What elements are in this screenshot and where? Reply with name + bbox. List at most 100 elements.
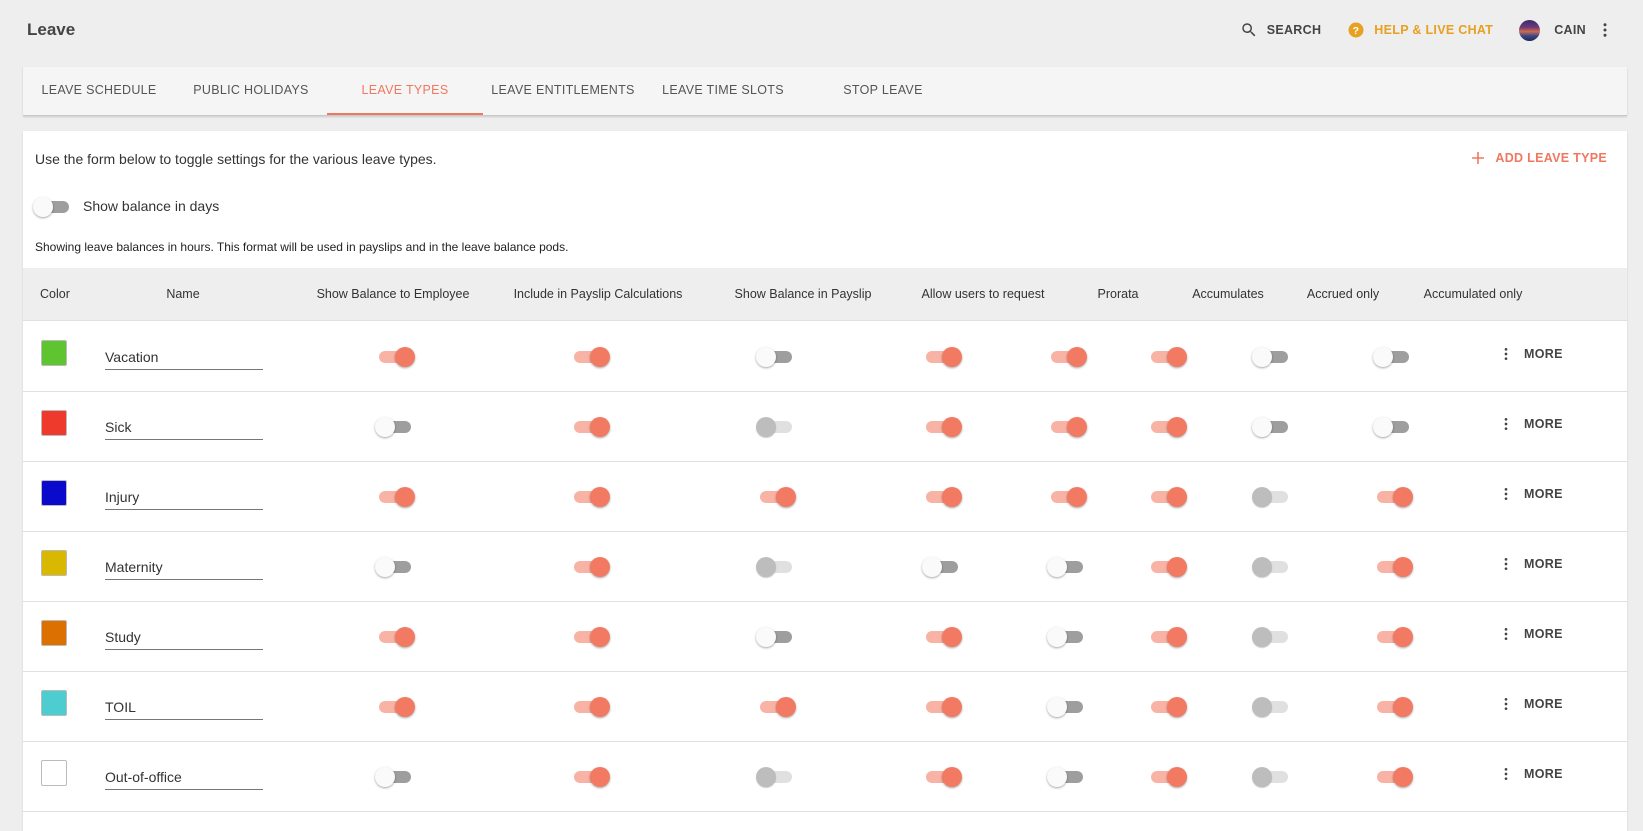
more-button[interactable]: MORE bbox=[1498, 696, 1563, 712]
show-balance-employee-toggle[interactable] bbox=[375, 766, 413, 787]
accumulates-toggle[interactable] bbox=[1149, 556, 1187, 577]
allow-request-toggle[interactable] bbox=[924, 626, 962, 647]
color-swatch[interactable] bbox=[41, 760, 67, 786]
cell-accumulated-only bbox=[1375, 484, 1413, 508]
include-payslip-calc-toggle[interactable] bbox=[572, 696, 610, 717]
include-payslip-calc-toggle[interactable] bbox=[572, 416, 610, 437]
top-bar: Leave SEARCH ? HELP & LIVE CHAT CAIN bbox=[0, 0, 1643, 60]
leave-type-name-input[interactable] bbox=[105, 624, 263, 650]
show-balance-employee-toggle[interactable] bbox=[375, 416, 413, 437]
user-menu-button[interactable]: CAIN bbox=[1519, 19, 1623, 41]
show-balance-payslip-toggle[interactable] bbox=[756, 626, 794, 647]
accumulated-only-toggle[interactable] bbox=[1373, 416, 1411, 437]
allow-request-toggle[interactable] bbox=[924, 416, 962, 437]
accrued-only-toggle[interactable] bbox=[1252, 346, 1290, 367]
more-button[interactable]: MORE bbox=[1498, 346, 1563, 362]
color-swatch[interactable] bbox=[41, 690, 67, 716]
show-balance-payslip-toggle[interactable] bbox=[756, 346, 794, 367]
color-swatch[interactable] bbox=[41, 620, 67, 646]
leave-type-name-input[interactable] bbox=[105, 694, 263, 720]
prorata-toggle[interactable] bbox=[1047, 696, 1085, 717]
cell-show-balance-payslip bbox=[758, 484, 796, 508]
search-button[interactable]: SEARCH bbox=[1240, 21, 1322, 39]
accrued-only-toggle bbox=[1252, 486, 1290, 507]
cell-show-balance-employee bbox=[377, 484, 415, 508]
allow-request-toggle[interactable] bbox=[924, 346, 962, 367]
more-button[interactable]: MORE bbox=[1498, 556, 1563, 572]
accrued-only-toggle bbox=[1252, 626, 1290, 647]
allow-request-toggle[interactable] bbox=[924, 766, 962, 787]
accumulated-only-toggle[interactable] bbox=[1373, 346, 1411, 367]
show-balance-employee-toggle[interactable] bbox=[377, 486, 415, 507]
prorata-toggle[interactable] bbox=[1049, 416, 1087, 437]
more-label: MORE bbox=[1524, 417, 1563, 431]
tab-stop-leave[interactable]: STOP LEAVE bbox=[803, 67, 963, 115]
accumulates-toggle[interactable] bbox=[1149, 766, 1187, 787]
more-button[interactable]: MORE bbox=[1498, 766, 1563, 782]
allow-request-toggle[interactable] bbox=[924, 486, 962, 507]
include-payslip-calc-toggle[interactable] bbox=[572, 626, 610, 647]
show-balance-payslip-toggle[interactable] bbox=[758, 696, 796, 717]
include-payslip-calc-toggle[interactable] bbox=[572, 486, 610, 507]
accumulates-toggle[interactable] bbox=[1149, 416, 1187, 437]
show-balance-employee-toggle[interactable] bbox=[377, 346, 415, 367]
leave-type-name-input[interactable] bbox=[105, 484, 263, 510]
add-leave-type-button[interactable]: ADD LEAVE TYPE bbox=[1471, 151, 1607, 165]
prorata-toggle[interactable] bbox=[1049, 346, 1087, 367]
include-payslip-calc-toggle[interactable] bbox=[572, 346, 610, 367]
allow-request-toggle[interactable] bbox=[924, 696, 962, 717]
allow-request-toggle[interactable] bbox=[922, 556, 960, 577]
more-vert-icon bbox=[1504, 628, 1508, 640]
help-live-chat-button[interactable]: ? HELP & LIVE CHAT bbox=[1347, 21, 1493, 39]
show-balance-payslip-toggle bbox=[756, 766, 794, 787]
accumulates-toggle[interactable] bbox=[1149, 346, 1187, 367]
accumulates-toggle[interactable] bbox=[1149, 486, 1187, 507]
cell-include-payslip-calc bbox=[572, 764, 610, 788]
prorata-toggle[interactable] bbox=[1047, 556, 1085, 577]
show-balance-employee-toggle[interactable] bbox=[375, 556, 413, 577]
accumulates-toggle[interactable] bbox=[1149, 696, 1187, 717]
tab-leave-time-slots[interactable]: LEAVE TIME SLOTS bbox=[643, 67, 803, 115]
more-label: MORE bbox=[1524, 767, 1563, 781]
show-balance-employee-toggle[interactable] bbox=[377, 626, 415, 647]
accrued-only-toggle[interactable] bbox=[1252, 416, 1290, 437]
leave-type-name-input[interactable] bbox=[105, 764, 263, 790]
show-balance-payslip-toggle[interactable] bbox=[758, 486, 796, 507]
accumulated-only-toggle[interactable] bbox=[1375, 556, 1413, 577]
show-balance-toggle[interactable] bbox=[33, 196, 71, 217]
color-swatch[interactable] bbox=[41, 480, 67, 506]
accumulates-toggle[interactable] bbox=[1149, 626, 1187, 647]
prorata-toggle[interactable] bbox=[1047, 626, 1085, 647]
more-button[interactable]: MORE bbox=[1498, 416, 1563, 432]
tab-leave-schedule[interactable]: LEAVE SCHEDULE bbox=[23, 67, 175, 115]
accumulated-only-toggle[interactable] bbox=[1375, 766, 1413, 787]
leave-type-name-input[interactable] bbox=[105, 414, 263, 440]
tab-public-holidays[interactable]: PUBLIC HOLIDAYS bbox=[175, 67, 327, 115]
prorata-toggle[interactable] bbox=[1049, 486, 1087, 507]
more-label: MORE bbox=[1524, 347, 1563, 361]
include-payslip-calc-toggle[interactable] bbox=[572, 556, 610, 577]
add-leave-type-label: ADD LEAVE TYPE bbox=[1495, 151, 1607, 165]
leave-type-name-input[interactable] bbox=[105, 344, 263, 370]
tab-leave-entitlements[interactable]: LEAVE ENTITLEMENTS bbox=[483, 67, 643, 115]
include-payslip-calc-toggle[interactable] bbox=[572, 766, 610, 787]
more-button[interactable]: MORE bbox=[1498, 486, 1563, 502]
accumulated-only-toggle[interactable] bbox=[1375, 486, 1413, 507]
color-swatch[interactable] bbox=[41, 410, 67, 436]
accumulated-only-toggle[interactable] bbox=[1375, 696, 1413, 717]
cell-include-payslip-calc bbox=[572, 484, 610, 508]
color-swatch[interactable] bbox=[41, 340, 67, 366]
show-balance-payslip-toggle bbox=[756, 556, 794, 577]
accumulated-only-toggle[interactable] bbox=[1375, 626, 1413, 647]
color-swatch[interactable] bbox=[41, 550, 67, 576]
cell-accumulated-only bbox=[1373, 344, 1411, 368]
more-vert-icon[interactable] bbox=[1596, 21, 1623, 39]
cell-show-balance-payslip bbox=[756, 414, 794, 438]
tab-leave-types[interactable]: LEAVE TYPES bbox=[327, 67, 483, 115]
leave-type-name-input[interactable] bbox=[105, 554, 263, 580]
cell-show-balance-payslip bbox=[756, 764, 794, 788]
show-balance-employee-toggle[interactable] bbox=[377, 696, 415, 717]
prorata-toggle[interactable] bbox=[1047, 766, 1085, 787]
table-row: MORE bbox=[23, 741, 1627, 812]
more-button[interactable]: MORE bbox=[1498, 626, 1563, 642]
